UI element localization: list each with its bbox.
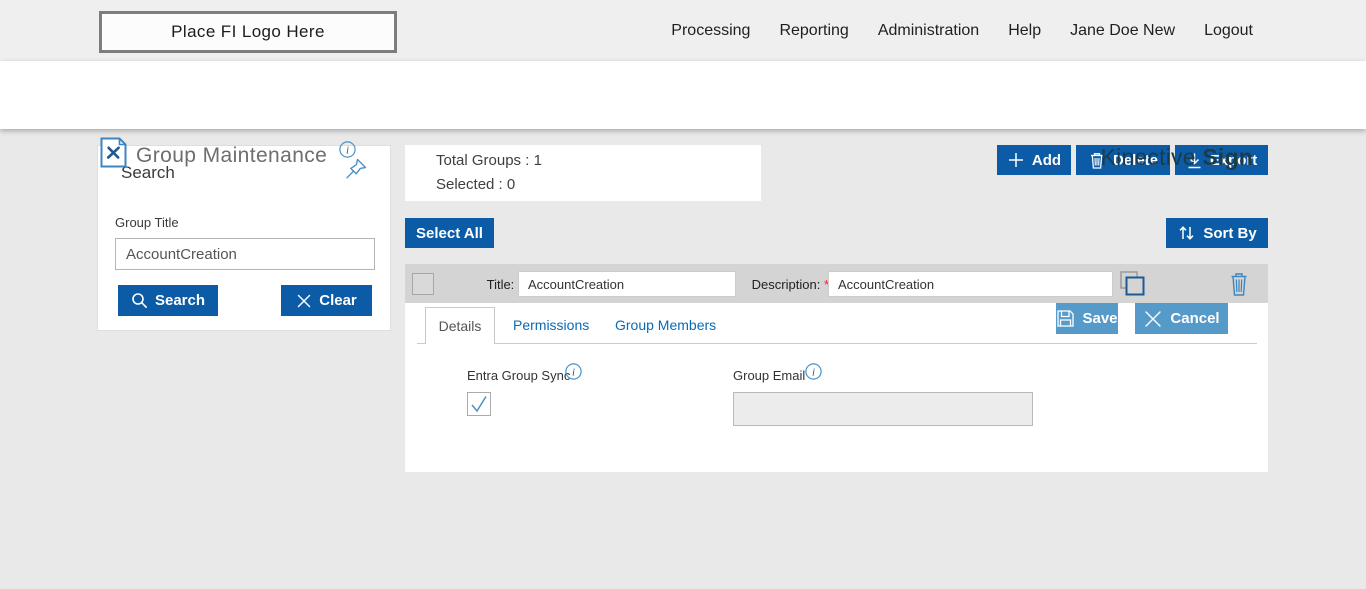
group-row: Title: * Description: *	[405, 264, 1268, 303]
search-button[interactable]: Search	[118, 285, 218, 316]
brand-product: Sign	[1202, 144, 1253, 170]
svg-text:i: i	[572, 366, 575, 378]
nav-help[interactable]: Help	[1008, 22, 1041, 40]
nav-logout[interactable]: Logout	[1204, 22, 1253, 40]
info-icon[interactable]: i	[805, 363, 822, 380]
info-icon[interactable]: i	[339, 141, 356, 158]
nav-reporting[interactable]: Reporting	[779, 22, 848, 40]
group-row-checkbox[interactable]	[412, 273, 434, 295]
pushpin-icon[interactable]	[344, 157, 368, 182]
page-title: Group Maintenance	[136, 144, 327, 168]
description-label: Description: *	[747, 277, 829, 292]
cancel-button-label: Cancel	[1170, 310, 1219, 327]
nav-processing[interactable]: Processing	[671, 22, 750, 40]
group-detail-panel: Details Permissions Group Members Save C…	[405, 303, 1268, 472]
sort-by-button[interactable]: Sort By	[1166, 218, 1268, 248]
x-icon	[296, 293, 312, 309]
group-email-label: Group Email	[733, 368, 805, 383]
selected-label: Selected :	[436, 176, 503, 193]
search-panel: Search Group Title Search	[97, 145, 391, 331]
tab-group-members[interactable]: Group Members	[615, 317, 716, 333]
selected-value: 0	[507, 176, 515, 193]
fi-logo-text: Place FI Logo Here	[171, 22, 325, 42]
search-button-label: Search	[155, 292, 205, 309]
save-button[interactable]: Save	[1056, 303, 1118, 334]
select-all-button-label: Select All	[416, 225, 483, 242]
magnifier-icon	[131, 292, 148, 309]
svg-text:i: i	[812, 366, 815, 378]
clear-button[interactable]: Clear	[281, 285, 372, 316]
nav-user-menu[interactable]: Jane Doe New	[1070, 22, 1175, 40]
group-maintenance-page: Place FI Logo Here Processing Reporting …	[0, 0, 1366, 589]
top-nav: Processing Reporting Administration Help…	[671, 0, 1253, 61]
total-groups: Total Groups : 1	[436, 152, 542, 169]
brand-name: Kinective	[1101, 144, 1196, 170]
info-icon[interactable]: i	[565, 363, 582, 380]
group-title-search-input[interactable]	[115, 238, 375, 270]
check-icon	[468, 393, 490, 415]
total-groups-label: Total Groups :	[436, 152, 529, 169]
floppy-disk-icon	[1056, 309, 1075, 328]
add-button-label: Add	[1032, 152, 1061, 169]
total-groups-value: 1	[534, 152, 542, 169]
copy-icon[interactable]	[1119, 270, 1147, 299]
svg-text:i: i	[346, 144, 349, 156]
tab-divider	[417, 343, 1257, 344]
group-title-label: Group Title	[115, 215, 179, 230]
trash-icon[interactable]	[1228, 271, 1250, 297]
group-summary: Total Groups : 1 Selected : 0	[405, 145, 761, 201]
sort-by-button-label: Sort By	[1203, 225, 1256, 242]
sort-arrows-icon	[1177, 224, 1196, 242]
add-button[interactable]: Add	[997, 145, 1071, 175]
entra-group-sync-checkbox[interactable]	[467, 392, 491, 416]
plus-icon	[1007, 151, 1025, 169]
save-button-label: Save	[1082, 310, 1117, 327]
nav-administration[interactable]: Administration	[878, 22, 979, 40]
select-all-button[interactable]: Select All	[405, 218, 494, 248]
x-icon	[1143, 309, 1163, 329]
clear-button-label: Clear	[319, 292, 357, 309]
brand-logo: Kinective Sign	[1101, 144, 1253, 171]
description-input[interactable]	[828, 271, 1113, 297]
title-label: Title: *	[479, 277, 523, 292]
selected-count: Selected : 0	[436, 176, 515, 193]
entra-group-sync-label: Entra Group Sync	[467, 368, 570, 383]
tab-permissions[interactable]: Permissions	[513, 317, 589, 333]
cancel-button[interactable]: Cancel	[1135, 303, 1228, 334]
group-email-input[interactable]	[733, 392, 1033, 426]
page-header: Group Maintenance i Kinective Sign	[0, 61, 1366, 129]
tab-details[interactable]: Details	[425, 307, 495, 344]
title-input[interactable]	[518, 271, 736, 297]
top-bar: Place FI Logo Here Processing Reporting …	[0, 0, 1366, 61]
document-tools-icon	[100, 137, 127, 168]
tab-details-label: Details	[439, 318, 482, 334]
fi-logo-placeholder: Place FI Logo Here	[99, 11, 397, 53]
